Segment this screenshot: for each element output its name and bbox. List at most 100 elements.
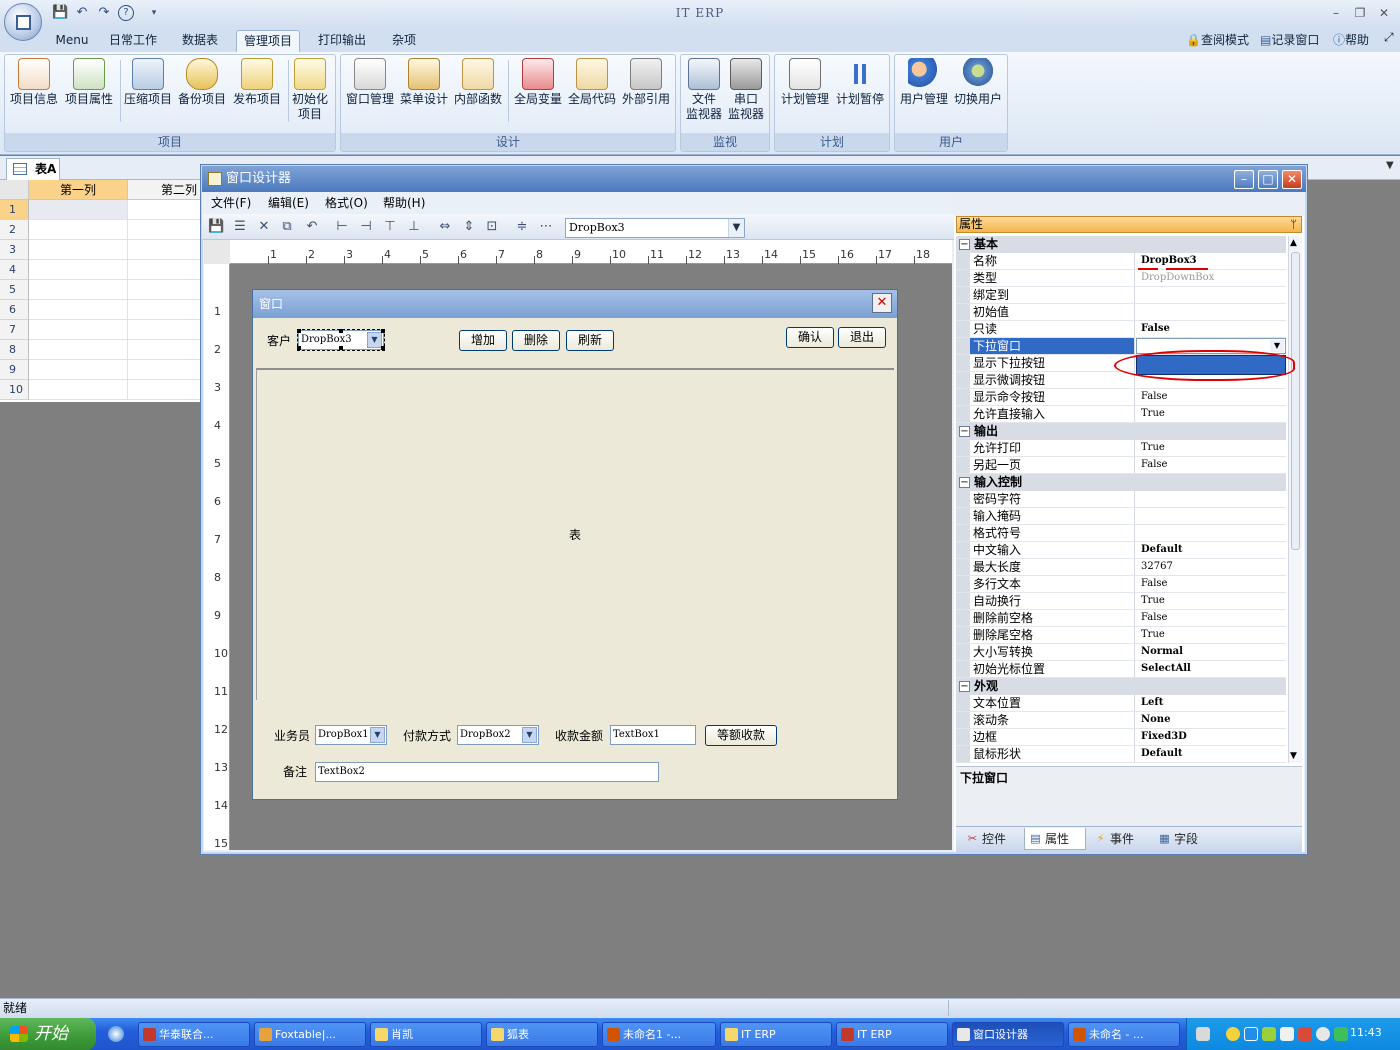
same-width-icon[interactable]: ⇔ [437, 219, 453, 235]
column-header[interactable]: 第一列 [29, 180, 128, 200]
scrollbar-thumb[interactable] [1291, 252, 1300, 550]
help-link[interactable]: ⓘ帮助 [1333, 31, 1369, 48]
property-value[interactable]: True [1139, 593, 1286, 609]
save-icon[interactable]: 💾 [52, 5, 68, 21]
delete-button[interactable]: 删除 [512, 330, 560, 351]
tray-icon[interactable] [1334, 1027, 1348, 1041]
property-row[interactable]: 只读 False [956, 321, 1286, 338]
property-row[interactable]: 大小写转换 Normal [956, 644, 1286, 661]
property-value[interactable]: 32767 [1139, 559, 1286, 575]
row-header[interactable]: 6 [0, 300, 29, 320]
property-row[interactable]: 多行文本 False [956, 576, 1286, 593]
property-value[interactable]: False [1139, 457, 1286, 473]
antivirus-icon[interactable] [1298, 1027, 1312, 1041]
amount-textbox[interactable]: TextBox1 [610, 725, 696, 745]
taskbar-item[interactable]: IT ERP [836, 1022, 948, 1047]
keyboard-icon[interactable] [1196, 1027, 1210, 1041]
column-header[interactable]: 第二列 [128, 180, 202, 200]
table-cell[interactable] [128, 340, 202, 360]
table-cell[interactable] [29, 340, 128, 360]
property-row[interactable]: 鼠标形状 Default [956, 746, 1286, 763]
property-row[interactable]: 删除尾空格 True [956, 627, 1286, 644]
tray-icon[interactable] [1316, 1027, 1330, 1041]
property-value[interactable]: True [1139, 406, 1286, 422]
table-cell[interactable] [128, 300, 202, 320]
property-value[interactable]: False [1139, 321, 1286, 337]
salesman-dropdown[interactable]: DropBox1 ▼ [315, 725, 387, 745]
property-value[interactable]: Fixed3D [1139, 729, 1286, 745]
menu-edit[interactable]: 编辑(E) [268, 194, 309, 212]
user-manager-button[interactable]: 用户管理 [898, 58, 950, 107]
control-selector-dropdown[interactable]: DropBox3 ▼ [565, 218, 745, 238]
selection-handle[interactable] [297, 346, 301, 350]
window-manager-button[interactable]: 窗口管理 [344, 58, 396, 107]
tab-events[interactable]: ⚡ 事件 [1090, 828, 1150, 850]
selection-handle[interactable] [339, 329, 343, 333]
table-cell[interactable] [29, 360, 128, 380]
internal-functions-button[interactable]: 内部函数 [452, 58, 504, 107]
row-header[interactable]: 5 [0, 280, 29, 300]
property-row[interactable]: 文本位置 Left [956, 695, 1286, 712]
collapse-icon[interactable]: − [959, 681, 970, 692]
property-row[interactable]: 最大长度 32767 [956, 559, 1286, 576]
serial-monitor-button[interactable]: 串口 监视器 [726, 58, 766, 122]
tab-properties[interactable]: ▤ 属性 [1024, 828, 1086, 850]
start-button[interactable]: 开始 [0, 1018, 96, 1050]
property-row[interactable]: 输入掩码 [956, 508, 1286, 525]
tab-daily-work[interactable]: 日常工作 [102, 30, 164, 52]
property-row[interactable]: 允许直接输入 True [956, 406, 1286, 423]
property-value[interactable]: False [1139, 389, 1286, 405]
designer-maximize-button[interactable]: □ [1258, 170, 1278, 189]
add-button[interactable]: 增加 [459, 330, 507, 351]
file-monitor-button[interactable]: 文件 监视器 [684, 58, 724, 122]
property-row[interactable]: 初始光标位置 SelectAll [956, 661, 1286, 678]
taskbar-item[interactable]: IT ERP [720, 1022, 832, 1047]
table-cell[interactable] [128, 220, 202, 240]
property-value[interactable]: Left [1139, 695, 1286, 711]
tab-controls[interactable]: ✂ 控件 [962, 828, 1022, 850]
table-cell[interactable] [128, 200, 202, 220]
form-close-button[interactable]: ✕ [872, 293, 892, 313]
project-info-button[interactable]: 项目信息 [8, 58, 60, 107]
properties-icon[interactable]: ☰ [232, 219, 248, 235]
table-cell[interactable] [128, 320, 202, 340]
tray-icon[interactable] [1244, 1027, 1258, 1041]
global-code-button[interactable]: 全局代码 [566, 58, 618, 107]
same-size-icon[interactable]: ⊡ [484, 219, 500, 235]
row-header[interactable]: 4 [0, 260, 29, 280]
menu-file[interactable]: 文件(F) [211, 194, 251, 212]
refresh-button[interactable]: 刷新 [566, 330, 614, 351]
row-header[interactable]: 2 [0, 220, 29, 240]
save-icon[interactable]: 💾 [208, 219, 224, 235]
pin-icon[interactable]: ᛘ [1290, 217, 1297, 232]
property-row[interactable]: 允许打印 True [956, 440, 1286, 457]
switch-user-button[interactable]: 切换用户 [952, 58, 1004, 107]
property-row[interactable]: 边框 Fixed3D [956, 729, 1286, 746]
row-header[interactable]: 8 [0, 340, 29, 360]
property-value[interactable]: DropDownBox [1139, 270, 1286, 286]
table-cell[interactable] [29, 300, 128, 320]
taskbar-item[interactable]: 窗口设计器 [952, 1022, 1064, 1047]
property-grid-scrollbar[interactable]: ▲ ▼ [1288, 236, 1302, 763]
property-value[interactable]: None [1139, 712, 1286, 728]
menu-help[interactable]: 帮助(H) [383, 194, 425, 212]
exit-button[interactable]: 退出 [838, 327, 886, 348]
publish-project-button[interactable]: 发布项目 [230, 58, 284, 107]
customize-qat-icon[interactable]: ▾ [146, 5, 162, 21]
align-bottom-icon[interactable]: ⊥ [406, 219, 422, 235]
property-row[interactable]: 初始值 [956, 304, 1286, 321]
property-value[interactable]: Default [1139, 542, 1286, 558]
designer-title-bar[interactable]: 窗口设计器 [202, 166, 1306, 192]
initialize-project-button[interactable]: 初始化 项目 [290, 58, 330, 122]
equal-collection-button[interactable]: 等额收款 [705, 725, 777, 746]
help-icon[interactable]: ? [118, 5, 134, 21]
doc-tab-table-a[interactable]: 表A [6, 158, 60, 180]
table-cell[interactable] [29, 320, 128, 340]
backup-project-button[interactable]: 备份项目 [176, 58, 228, 107]
property-value[interactable]: SelectAll [1139, 661, 1286, 677]
property-value[interactable]: DropBox3 [1139, 253, 1286, 269]
collapse-icon[interactable]: − [959, 477, 970, 488]
align-right-icon[interactable]: ⊣ [358, 219, 374, 235]
table-cell[interactable] [29, 380, 128, 400]
property-row[interactable]: 绑定到 [956, 287, 1286, 304]
